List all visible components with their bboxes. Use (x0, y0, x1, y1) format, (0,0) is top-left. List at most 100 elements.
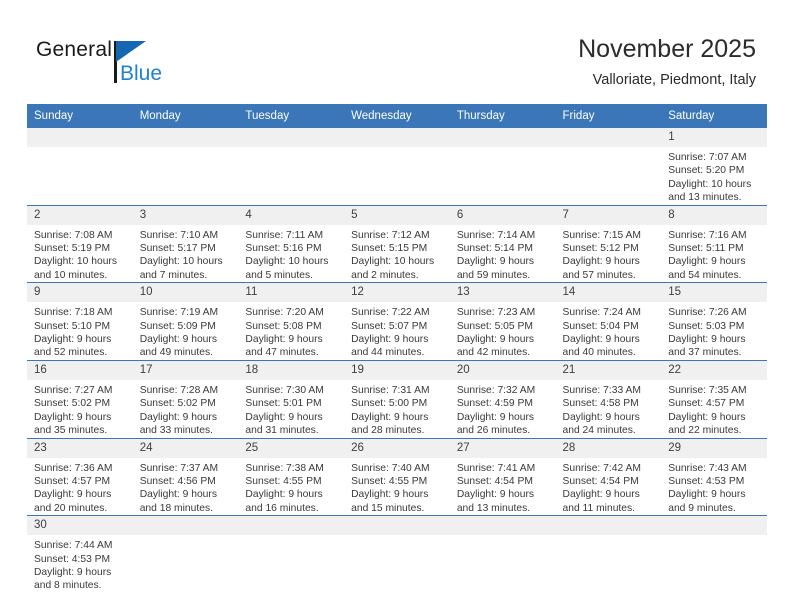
day-detail-line: Sunrise: 7:23 AM (456, 307, 536, 319)
day-cell-empty (449, 127, 556, 206)
day-details: Sunrise: 7:37 AM Sunset: 4:56 PM Daylight:… (133, 458, 239, 516)
day-cell[interactable]: 20 Sunrise: 7:32 AM Sunset: 4:59 PM Dayligh… (449, 359, 556, 438)
day-detail-line: Sunrise: 7:30 AM (245, 384, 324, 396)
day-detail-line: Sunset: 4:54 PM (562, 475, 639, 487)
day-cell[interactable]: 9 Sunrise: 7:18 AM Sunset: 5:10 PM Daylight… (27, 282, 133, 361)
day-cell[interactable]: 2 Sunrise: 7:08 AM Sunset: 5:19 PM Daylight… (27, 204, 133, 283)
day-detail-line: Daylight: 9 hours (562, 334, 640, 346)
day-detail-line: and 13 minutes. (456, 502, 531, 514)
day-number: 2 (27, 206, 133, 225)
day-cell[interactable]: 30 Sunrise: 7:44 AM Sunset: 4:53 PM Dayligh… (27, 515, 133, 593)
day-cell-empty (238, 127, 345, 206)
day-detail-line: Sunrise: 7:28 AM (139, 384, 219, 396)
day-cell[interactable]: 10 Sunrise: 7:19 AM Sunset: 5:09 PM Dayligh… (132, 282, 239, 361)
day-cell[interactable]: 6 Sunrise: 7:14 AM Sunset: 5:14 PM Daylight… (449, 204, 556, 283)
day-detail-line: Daylight: 10 hours (34, 256, 117, 268)
day-details: Sunrise: 7:28 AM Sunset: 5:02 PM Daylight:… (133, 380, 239, 438)
day-cell[interactable]: 5 Sunrise: 7:12 AM Sunset: 5:15 PM Daylight… (344, 204, 450, 283)
day-detail-line: and 28 minutes. (351, 425, 425, 437)
day-number: 8 (661, 206, 767, 225)
day-detail-line: Daylight: 9 hours (34, 566, 112, 578)
day-detail-line: Sunset: 4:57 PM (668, 398, 745, 410)
day-cell[interactable]: 11 Sunrise: 7:20 AM Sunset: 5:08 PM Dayligh… (238, 282, 345, 361)
day-cell[interactable]: 22 Sunrise: 7:35 AM Sunset: 4:57 PM Dayligh… (661, 359, 767, 438)
day-cell[interactable]: 17 Sunrise: 7:28 AM Sunset: 5:02 PM Dayligh… (132, 359, 239, 438)
day-detail-line: Sunset: 5:07 PM (351, 320, 428, 332)
day-cell-empty (238, 515, 345, 593)
day-cell[interactable]: 14 Sunrise: 7:24 AM Sunset: 5:04 PM Dayligh… (555, 282, 662, 361)
day-cell[interactable]: 3 Sunrise: 7:10 AM Sunset: 5:17 PM Daylight… (132, 204, 239, 283)
day-cell[interactable]: 29 Sunrise: 7:43 AM Sunset: 4:53 PM Dayligh… (661, 437, 767, 516)
day-number: 17 (132, 361, 239, 380)
day-number: 11 (238, 283, 345, 303)
calendar-week-row: 2 Sunrise: 7:08 AM Sunset: 5:19 PM Daylight… (27, 204, 767, 283)
calendar-week-row: 9 Sunrise: 7:18 AM Sunset: 5:10 PM Daylight… (27, 282, 767, 361)
weekday-header-row: Sunday Monday Tuesday Wednesday Thursday Frid… (27, 104, 767, 128)
calendar-week-row: 23 Sunrise: 7:36 AM Sunset: 4:57 PM Dayligh… (27, 437, 767, 516)
day-detail-line: Sunrise: 7:12 AM (351, 229, 430, 241)
day-number (555, 516, 662, 536)
day-detail-line: and 37 minutes. (668, 347, 742, 359)
day-detail-line: Daylight: 9 hours (351, 489, 429, 501)
brand-triangle-icon (116, 41, 146, 62)
day-detail-line: and 33 minutes. (139, 425, 213, 437)
day-detail-line: Sunset: 5:20 PM (668, 165, 745, 177)
day-detail-line: Daylight: 9 hours (34, 489, 112, 501)
day-detail-line: Daylight: 9 hours (668, 334, 746, 346)
day-number: 7 (555, 206, 662, 225)
day-cell[interactable]: 19 Sunrise: 7:31 AM Sunset: 5:00 PM Dayligh… (344, 359, 450, 438)
day-cell[interactable]: 25 Sunrise: 7:38 AM Sunset: 4:55 PM Dayligh… (238, 437, 345, 516)
day-cell[interactable]: 26 Sunrise: 7:40 AM Sunset: 4:55 PM Dayligh… (344, 437, 450, 516)
day-cell[interactable]: 27 Sunrise: 7:41 AM Sunset: 4:54 PM Dayligh… (449, 437, 556, 516)
weekday-header-wednesday: Wednesday (344, 104, 450, 128)
day-detail-line: Sunset: 5:09 PM (139, 320, 216, 332)
day-detail-line: Daylight: 9 hours (668, 256, 746, 268)
day-cell[interactable]: 13 Sunrise: 7:23 AM Sunset: 5:05 PM Dayligh… (449, 282, 556, 361)
day-cell[interactable]: 23 Sunrise: 7:36 AM Sunset: 4:57 PM Dayligh… (27, 437, 133, 516)
day-cell[interactable]: 8 Sunrise: 7:16 AM Sunset: 5:11 PM Daylight… (661, 204, 767, 283)
day-cell[interactable]: 24 Sunrise: 7:37 AM Sunset: 4:56 PM Dayligh… (132, 437, 239, 516)
day-cell[interactable]: 1 Sunrise: 7:07 AM Sunset: 5:20 PM Daylight… (661, 127, 767, 206)
day-detail-line: Sunset: 5:01 PM (245, 398, 322, 410)
brand-logo[interactable]: General Blue (36, 38, 236, 90)
day-details: Sunrise: 7:31 AM Sunset: 5:00 PM Daylight:… (344, 380, 450, 438)
day-cell[interactable]: 16 Sunrise: 7:27 AM Sunset: 5:02 PM Dayligh… (27, 359, 133, 438)
day-number: 18 (238, 361, 345, 380)
day-detail-line: Sunrise: 7:44 AM (34, 540, 113, 552)
day-details: Sunrise: 7:38 AM Sunset: 4:55 PM Daylight:… (238, 458, 344, 516)
day-number (555, 128, 662, 147)
day-detail-line: Daylight: 9 hours (456, 411, 535, 423)
day-detail-line: Daylight: 9 hours (668, 411, 746, 423)
day-detail-line: Sunrise: 7:15 AM (562, 229, 641, 241)
day-cell-empty (661, 515, 767, 593)
day-detail-line: Sunset: 4:55 PM (351, 475, 428, 487)
day-detail-line: Sunrise: 7:16 AM (668, 229, 747, 241)
day-cell[interactable]: 21 Sunrise: 7:33 AM Sunset: 4:58 PM Dayligh… (555, 359, 662, 438)
day-cell[interactable]: 12 Sunrise: 7:22 AM Sunset: 5:07 PM Dayligh… (344, 282, 450, 361)
day-detail-line: and 11 minutes. (562, 502, 636, 514)
day-cell-empty (344, 515, 450, 593)
day-cell[interactable]: 18 Sunrise: 7:30 AM Sunset: 5:01 PM Dayligh… (238, 359, 345, 438)
day-number (132, 516, 239, 536)
day-detail-line: Sunset: 5:05 PM (456, 320, 533, 332)
day-number: 22 (661, 361, 767, 380)
day-cell[interactable]: 28 Sunrise: 7:42 AM Sunset: 4:54 PM Dayligh… (555, 437, 662, 516)
day-cell[interactable]: 15 Sunrise: 7:26 AM Sunset: 5:03 PM Dayligh… (661, 282, 767, 361)
day-details: Sunrise: 7:15 AM Sunset: 5:12 PM Daylight:… (556, 225, 662, 283)
day-cell[interactable]: 4 Sunrise: 7:11 AM Sunset: 5:16 PM Daylight… (238, 204, 345, 283)
day-number (344, 516, 450, 536)
day-details: Sunrise: 7:42 AM Sunset: 4:54 PM Daylight:… (556, 458, 662, 516)
day-detail-line: Sunset: 5:03 PM (668, 320, 745, 332)
day-detail-line: Daylight: 9 hours (562, 489, 640, 501)
day-detail-line: Daylight: 9 hours (351, 334, 429, 346)
day-number (238, 128, 345, 147)
day-detail-line: Sunset: 5:16 PM (245, 243, 322, 255)
weekday-header-sunday: Sunday (27, 104, 133, 128)
day-detail-line: Sunrise: 7:42 AM (562, 462, 641, 474)
day-detail-line: Sunset: 5:12 PM (562, 243, 639, 255)
day-detail-line: Sunrise: 7:08 AM (34, 229, 113, 241)
day-cell[interactable]: 7 Sunrise: 7:15 AM Sunset: 5:12 PM Daylight… (555, 204, 662, 283)
day-detail-line: Sunrise: 7:36 AM (34, 462, 113, 474)
day-number: 12 (344, 283, 450, 303)
day-detail-line: Daylight: 9 hours (139, 489, 217, 501)
